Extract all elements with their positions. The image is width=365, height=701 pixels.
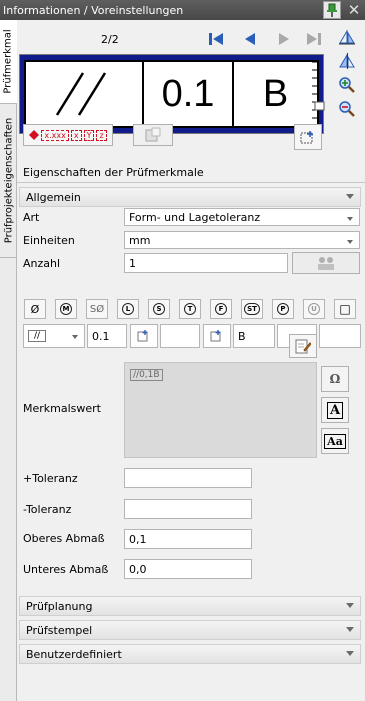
chevron-down-icon [347, 217, 353, 221]
display-datum-cell: B [262, 72, 289, 115]
close-icon[interactable]: ✕ [345, 1, 363, 19]
merkmalswert-preview: //0,1B [124, 362, 317, 458]
page-counter: 2/2 [101, 33, 119, 46]
tolerance-frame: 0.1 B [24, 60, 319, 128]
datum-c-input[interactable] [319, 324, 361, 348]
display-value-cell: 0.1 [144, 62, 234, 126]
prev-page-icon[interactable] [239, 28, 261, 50]
font-size-button[interactable]: Aa [321, 428, 349, 454]
add-frame-button[interactable] [294, 124, 322, 150]
insert-frame-icon [210, 330, 221, 342]
einheiten-label: Einheiten [23, 234, 75, 247]
group-button[interactable] [292, 252, 360, 274]
insert-datum-button[interactable] [203, 324, 231, 348]
main-panel: 2/2 0.1 B x.xxx x Y z Eigenschaften der … [17, 20, 365, 701]
mirror-horizontal-icon[interactable] [335, 50, 359, 72]
section-allgemein[interactable]: Allgemein [19, 187, 361, 207]
insert-frame-icon [137, 330, 148, 342]
format-tag-decimal: x.xxx [41, 129, 69, 141]
minus-toleranz-input[interactable] [124, 499, 252, 519]
datum-a-input[interactable]: B [233, 324, 275, 348]
format-tag-y: Y [83, 129, 95, 141]
symbol-l-button[interactable]: L [117, 299, 139, 319]
symbol-s-button[interactable]: S [148, 299, 170, 319]
edit-pencil-icon [295, 339, 311, 354]
chevron-down-icon [346, 651, 354, 656]
unteres-abmass-label: Unteres Abmaß [23, 563, 109, 576]
title-bar: Informationen / Voreinstellungen ✕ [0, 0, 365, 20]
diamond-icon [29, 130, 40, 140]
merkmalswert-label: Merkmalswert [23, 402, 101, 415]
chevron-down-icon [346, 603, 354, 608]
symbol-p-button[interactable]: P [272, 299, 294, 319]
plus-toleranz-label: +Toleranz [23, 472, 78, 485]
window-title: Informationen / Voreinstellungen [3, 3, 184, 17]
anzahl-label: Anzahl [23, 257, 61, 270]
section-pruefplanung[interactable]: Prüfplanung [19, 596, 361, 616]
insert-frame-disabled-button[interactable] [133, 124, 173, 146]
tab-pruefmerkmal[interactable]: Prüfmerkmal [0, 20, 17, 104]
tab-pruefprojekteigenschaften[interactable]: Prüfprojekteigenschaften [0, 104, 17, 258]
symbol-sphere-diameter-button[interactable]: SØ [86, 299, 108, 319]
symbol-m-button[interactable]: M [55, 299, 77, 319]
insert-frame-button[interactable] [130, 324, 158, 348]
add-frame-icon [300, 131, 313, 144]
parallelism-icon: // [28, 330, 47, 342]
art-select[interactable]: Form- und Lagetoleranz [124, 208, 360, 226]
side-tab-strip: Prüfmerkmal Prüfprojekteigenschaften [0, 20, 17, 701]
tolerance-value-input[interactable]: 0.1 [87, 324, 127, 348]
merkmalswert-text: //0,1B [130, 369, 163, 381]
pin-icon[interactable] [323, 1, 341, 19]
insert-frame-icon [145, 127, 161, 142]
symbol-f-button[interactable]: F [210, 299, 232, 319]
chevron-down-icon [72, 335, 78, 339]
anzahl-input[interactable]: 1 [124, 253, 288, 273]
symbol-diameter-button[interactable]: Ø [24, 299, 46, 319]
edit-button[interactable] [289, 334, 317, 358]
format-tag-x: x [70, 129, 82, 141]
zoom-slider[interactable] [309, 56, 325, 132]
font-button[interactable]: A [321, 397, 349, 423]
group-icon [318, 257, 334, 270]
unteres-abmass-input[interactable]: 0,0 [124, 559, 252, 579]
chevron-down-icon [346, 194, 354, 199]
zoom-out-icon[interactable] [335, 98, 359, 120]
symbol-select[interactable]: // [23, 324, 85, 348]
zoom-in-icon[interactable] [335, 74, 359, 96]
next-page-icon[interactable] [273, 28, 295, 50]
modifier-input[interactable] [160, 324, 200, 348]
art-label: Art [23, 211, 40, 224]
special-char-button[interactable]: Ω [321, 366, 349, 392]
mirror-vertical-icon[interactable] [335, 26, 359, 48]
tolerance-display: 0.1 B [19, 54, 324, 134]
properties-header: Eigenschaften der Prüfmerkmale [17, 162, 365, 183]
symbol-st-button[interactable]: ST [241, 299, 263, 319]
oberes-abmass-label: Oberes Abmaß [23, 532, 105, 545]
plus-toleranz-input[interactable] [124, 468, 252, 488]
format-tag-z: z [96, 129, 107, 141]
chevron-down-icon [346, 627, 354, 632]
symbol-square-button[interactable]: □ [334, 299, 356, 319]
first-page-icon[interactable] [205, 28, 227, 50]
symbol-t-button[interactable]: T [179, 299, 201, 319]
symbol-u-button[interactable]: U [303, 299, 325, 319]
oberes-abmass-input[interactable]: 0,1 [124, 529, 252, 549]
display-symbol-cell [26, 62, 144, 126]
minus-toleranz-label: -Toleranz [23, 503, 72, 516]
parallelism-icon [55, 72, 107, 116]
chevron-down-icon [347, 240, 353, 244]
einheiten-select[interactable]: mm [124, 231, 360, 249]
last-page-icon[interactable] [303, 28, 325, 50]
section-benutzerdefiniert[interactable]: Benutzerdefiniert [19, 644, 361, 664]
format-toggle-button[interactable]: x.xxx x Y z [23, 124, 113, 146]
section-pruefstempel[interactable]: Prüfstempel [19, 620, 361, 640]
